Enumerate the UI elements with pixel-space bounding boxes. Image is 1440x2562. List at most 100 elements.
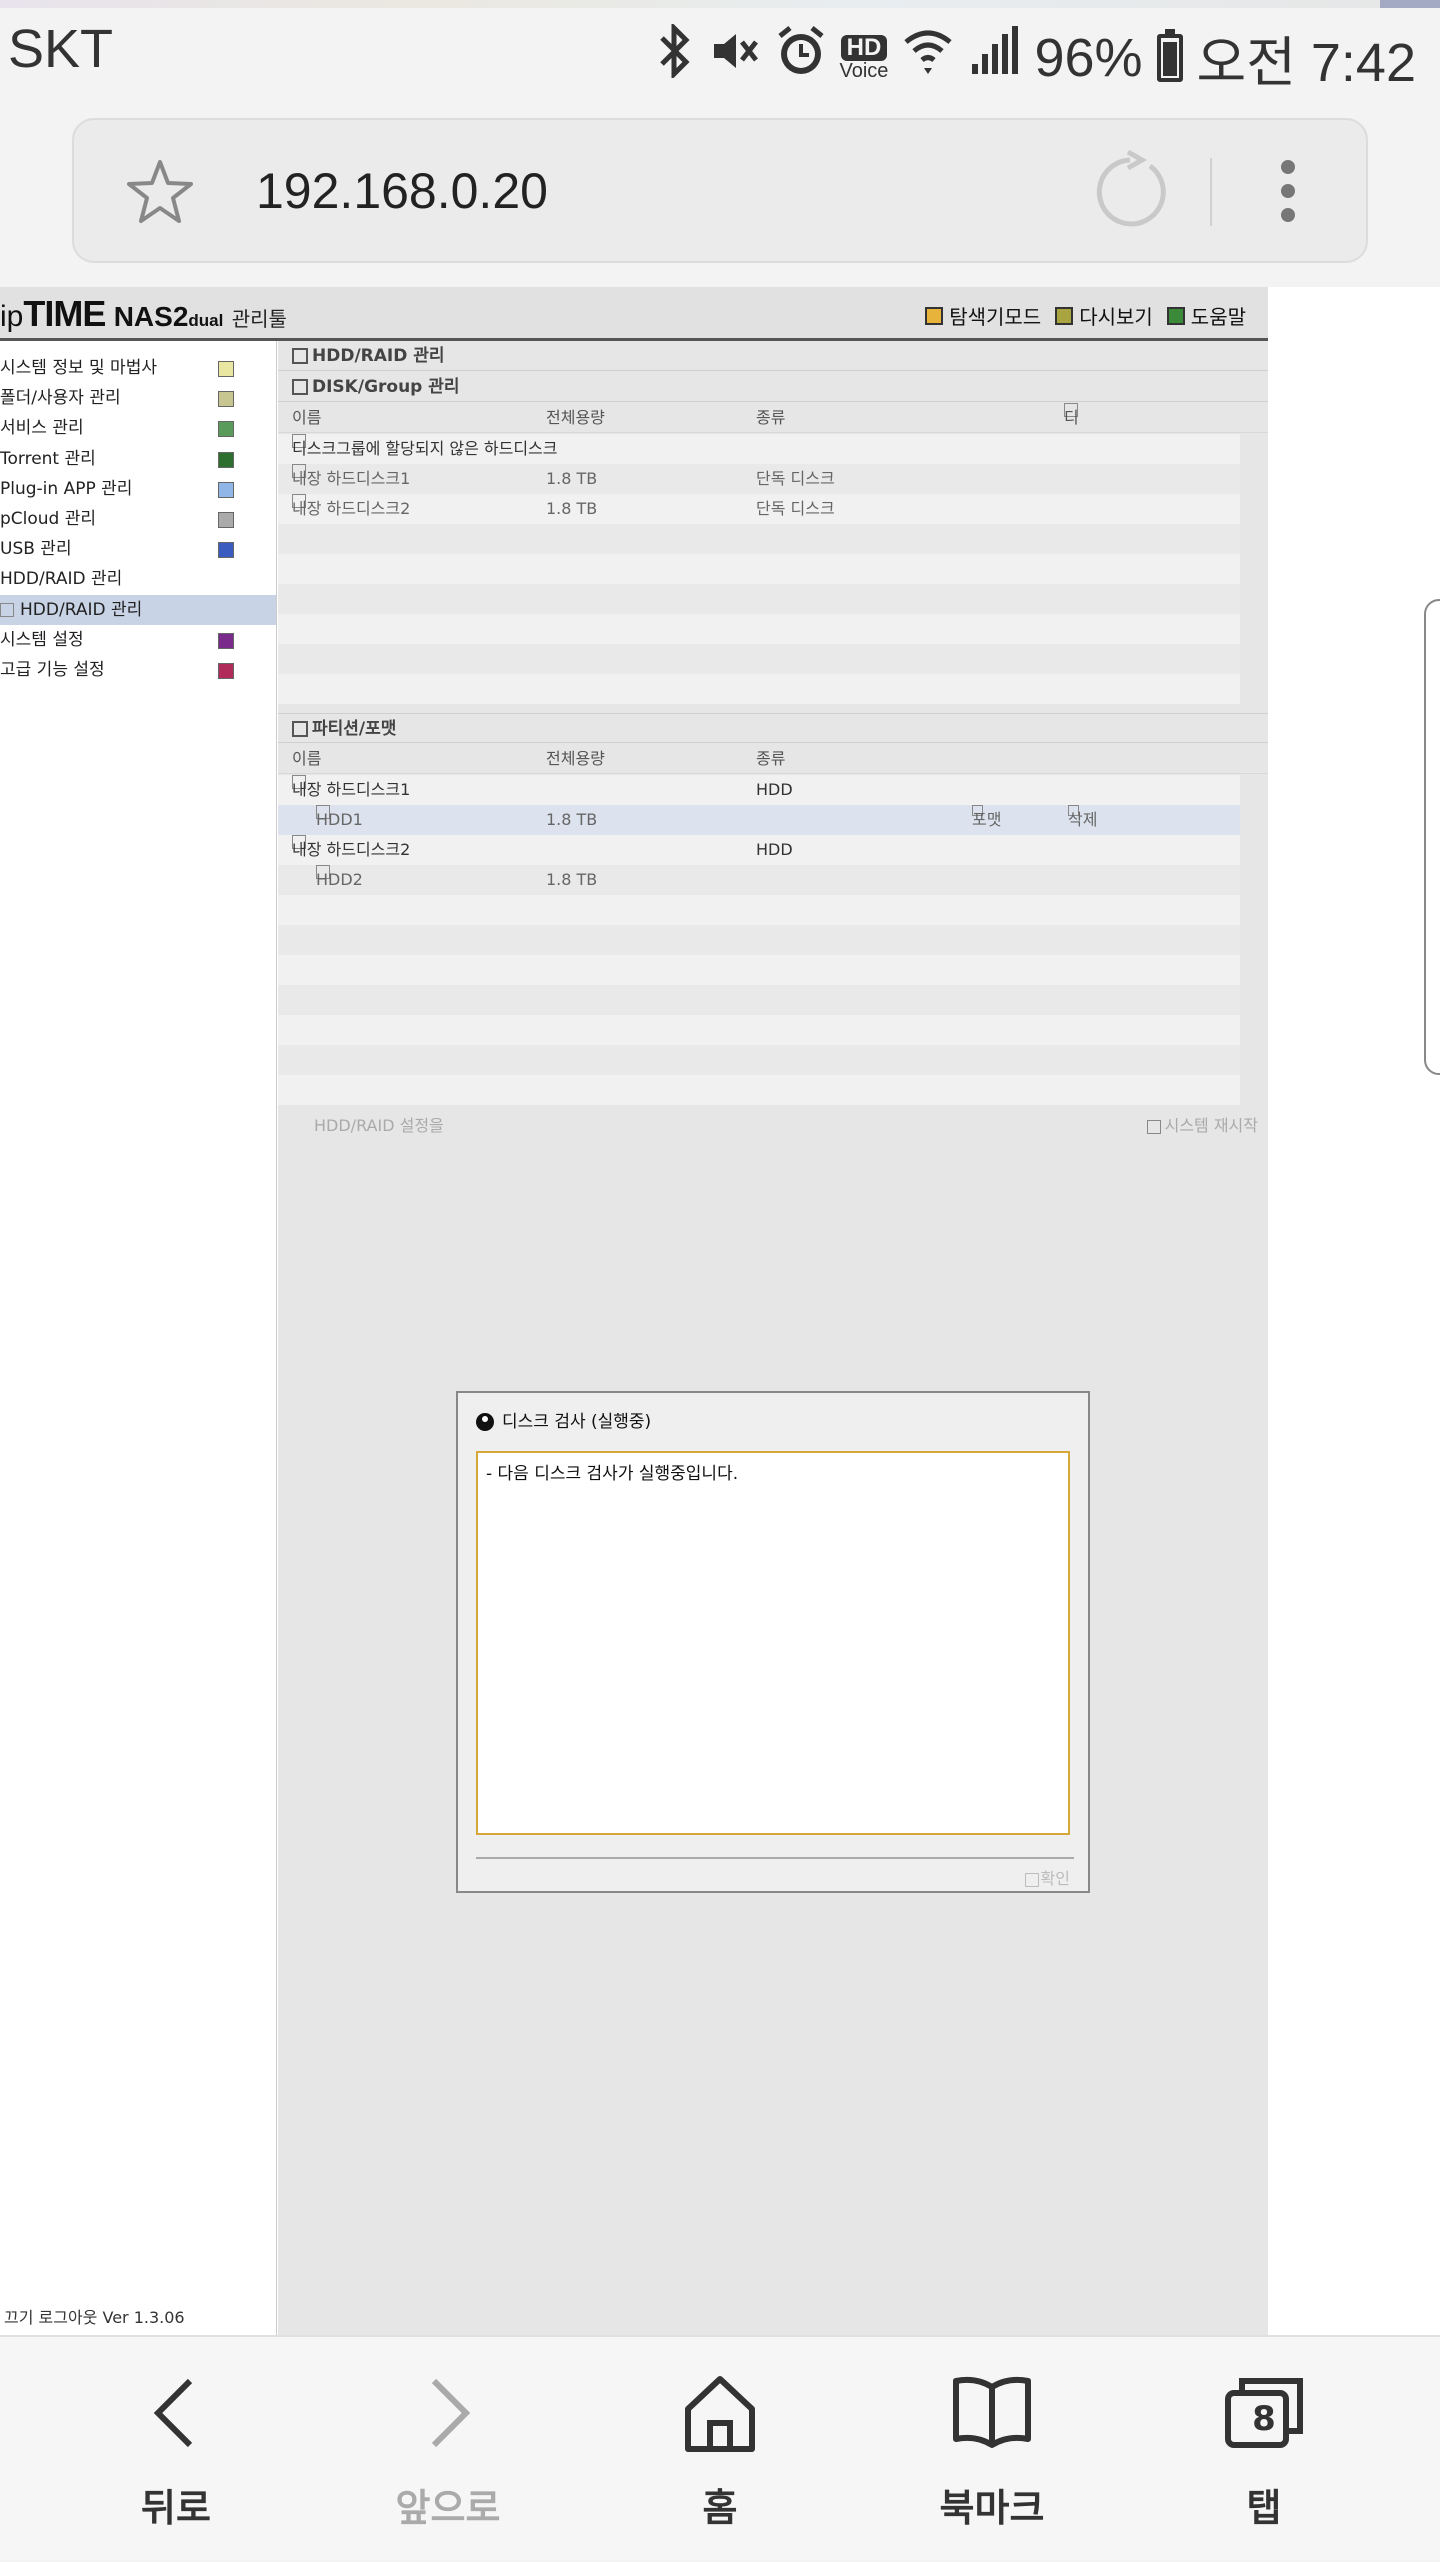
row-type: 단독 디스크	[756, 499, 835, 518]
cloud-icon	[218, 511, 234, 528]
partition-section-title: 파티션/포맷	[278, 713, 1268, 743]
page-title: HDD/RAID 관리	[278, 341, 1268, 371]
sidebar-item-pcloud[interactable]: pCloud 관리	[0, 504, 276, 534]
logo-dual: dual	[188, 311, 224, 330]
forward-label: 앞으로	[395, 2486, 501, 2530]
spinner-icon	[476, 1413, 494, 1431]
restart-button[interactable]: 시스템 재시작	[1146, 1111, 1258, 1141]
sidebar-item-label: HDD/RAID 관리	[0, 569, 123, 590]
carrier-label: SKT	[8, 19, 114, 79]
table-row[interactable]: HDD2 1.8 TB	[278, 865, 1240, 895]
home-icon	[685, 2376, 755, 2452]
bluetooth-icon	[656, 21, 694, 91]
group-icon	[292, 379, 308, 395]
col-capacity: 전체용량	[546, 408, 605, 427]
dialog-title: 디스크 검사 (실행중)	[476, 1407, 651, 1432]
tabs-button[interactable]: 8 탭	[1120, 2337, 1408, 2562]
sidebar-item-hdd-raid[interactable]: HDD/RAID 관리	[0, 594, 276, 625]
sidebar-item-system-info[interactable]: 시스템 정보 및 마법사	[0, 353, 276, 383]
home-label: 홈	[702, 2486, 738, 2530]
sidebar-item-service[interactable]: 서비스 관리	[0, 413, 276, 443]
folder-icon	[925, 306, 944, 325]
check-icon	[1024, 1872, 1039, 1887]
row-name: HDD2	[316, 870, 363, 889]
sidebar-bottom-links[interactable]: 끄기 로그아웃 Ver 1.3.06	[0, 2301, 277, 2335]
sidebar-item-advanced[interactable]: 고급 기능 설정	[0, 655, 276, 685]
status-icons: HD Voice 96% 오전 7:42	[656, 18, 1416, 97]
format-label: 포맷	[972, 810, 1002, 829]
overflow-menu-icon[interactable]	[1278, 160, 1298, 224]
sidebar-item-torrent[interactable]: Torrent 관리	[0, 444, 276, 474]
col-type: 종류	[756, 408, 786, 427]
voice-label: Voice	[839, 59, 889, 82]
footer-left-text: HDD/RAID 설정을	[314, 1116, 444, 1135]
refresh-link[interactable]: 다시보기	[1055, 301, 1153, 330]
table-row[interactable]: 내장 하드디스크2 1.8 TB 단독 디스크	[278, 494, 1240, 524]
sidebar-item-label: HDD/RAID 관리	[20, 599, 143, 620]
partition-icon	[292, 721, 308, 737]
sidebar-item-label: Plug-in APP 관리	[0, 478, 133, 499]
settings-icon	[218, 632, 234, 649]
chevron-left-icon	[153, 2378, 193, 2448]
explorer-mode-link[interactable]: 탐색기모드	[925, 301, 1041, 330]
address-bar[interactable]: 192.168.0.20	[72, 118, 1368, 263]
bookmarks-label: 북마크	[939, 2486, 1045, 2530]
reload-icon[interactable]	[1088, 149, 1172, 234]
explorer-mode-label: 탐색기모드	[949, 305, 1042, 329]
row-type: HDD	[756, 840, 793, 859]
table-row[interactable]: 디스크그룹에 할당되지 않은 하드디스크	[278, 434, 1240, 464]
row-name: 디스크그룹에 할당되지 않은 하드디스크	[292, 439, 558, 458]
status-top-accent	[1380, 0, 1440, 8]
status-top-line	[0, 0, 1440, 8]
col-capacity: 전체용량	[546, 749, 605, 768]
row-name: 내장 하드디스크2	[292, 499, 411, 518]
home-button[interactable]: 홈	[576, 2337, 864, 2562]
table-row[interactable]: HDD1 1.8 TB 포맷 삭제	[278, 805, 1240, 835]
forward-button[interactable]: 앞으로	[304, 2337, 592, 2562]
table-row[interactable]: 내장 하드디스크1 1.8 TB 단독 디스크	[278, 464, 1240, 494]
sidebar-item-label: 시스템 설정	[0, 629, 84, 650]
sidebar-item-label: 서비스 관리	[0, 418, 84, 439]
chart-icon	[218, 361, 234, 377]
star-icon[interactable]	[124, 156, 196, 228]
hd-voice-icon: HD Voice	[839, 34, 889, 82]
dialog-title-text: 디스크 검사 (실행중)	[502, 1412, 652, 1432]
logo-admin: 관리툴	[231, 309, 287, 331]
side-handle[interactable]	[1424, 599, 1440, 1075]
partition-table-header: 이름 전체용량 종류	[278, 744, 1268, 774]
clock: 오전 7:42	[1196, 33, 1416, 93]
sidebar-item-plugin[interactable]: Plug-in APP 관리	[0, 474, 276, 504]
back-button[interactable]: 뒤로	[32, 2337, 320, 2562]
disk-table-header: 이름 전체용량 종류 디스크그룹 생성	[278, 403, 1268, 607]
help-label: 도움말	[1190, 305, 1246, 329]
row-name: 내장 하드디스크1	[292, 469, 411, 488]
disk-icon	[292, 348, 308, 364]
bookmarks-button[interactable]: 북마크	[848, 2337, 1136, 2562]
table-row[interactable]: 내장 하드디스크1 HDD	[278, 775, 1240, 805]
dialog-divider	[476, 1857, 1074, 1859]
sidebar-item-hdd-raid-group[interactable]: HDD/RAID 관리	[0, 564, 276, 594]
wifi-icon	[902, 24, 954, 91]
disk-check-dialog: 디스크 검사 (실행중) - 다음 디스크 검사가 실행중입니다. 확인	[456, 1391, 1090, 1893]
row-type: HDD	[756, 780, 793, 799]
sidebar-item-folder-user[interactable]: 폴더/사용자 관리	[0, 383, 276, 413]
table-row[interactable]: 내장 하드디스크2 HDD	[278, 835, 1240, 865]
help-icon	[1166, 306, 1185, 325]
back-label: 뒤로	[141, 2486, 211, 2530]
delete-label: 삭제	[1068, 810, 1098, 829]
battery-icon	[1156, 28, 1183, 82]
page-title-text: HDD/RAID 관리	[312, 346, 445, 366]
ok-label: 확인	[1040, 1869, 1070, 1888]
url-text[interactable]: 192.168.0.20	[256, 162, 548, 220]
sidebar-item-label: USB 관리	[0, 539, 72, 560]
dialog-log-textarea[interactable]: - 다음 디스크 검사가 실행중입니다.	[476, 1451, 1070, 1835]
ok-button[interactable]: 확인	[1024, 1865, 1070, 1889]
sidebar-item-label: 고급 기능 설정	[0, 659, 105, 680]
usb-icon	[218, 542, 234, 559]
sidebar-item-system-settings[interactable]: 시스템 설정	[0, 625, 276, 655]
sidebar-item-usb[interactable]: USB 관리	[0, 534, 276, 564]
help-link[interactable]: 도움말	[1166, 301, 1246, 330]
row-capacity: 1.8 TB	[546, 810, 598, 829]
restart-icon	[1146, 1119, 1161, 1134]
refresh-label: 다시보기	[1079, 305, 1153, 329]
